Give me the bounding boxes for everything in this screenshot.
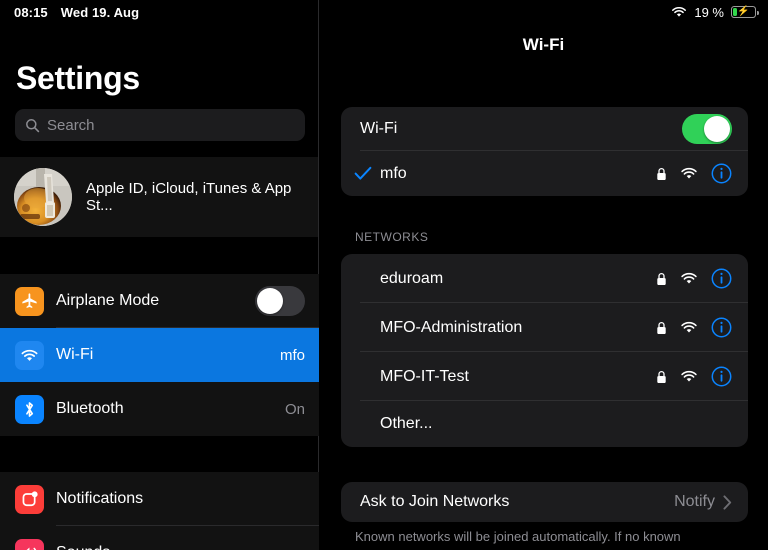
wifi-toggle[interactable] — [682, 114, 732, 144]
sidebar-item-bluetooth[interactable]: Bluetooth On — [0, 382, 319, 436]
bluetooth-icon — [15, 394, 44, 424]
lock-icon — [656, 167, 667, 181]
connected-ssid: mfo — [380, 164, 407, 182]
notifications-label: Notifications — [56, 490, 144, 507]
sidebar-group-connectivity: Airplane Mode Wi-Fi mfo Bluetooth On — [0, 274, 319, 436]
sidebar-item-sounds[interactable]: Sounds — [0, 526, 319, 550]
wifi-footer-text: Known networks will be joined automatica… — [355, 529, 681, 544]
checkmark-icon — [354, 166, 376, 181]
sounds-label: Sounds — [56, 544, 305, 550]
sidebar-item-wifi[interactable]: Wi-Fi mfo — [0, 328, 319, 382]
search-field[interactable]: Search — [15, 109, 305, 141]
wifi-status-card: Wi-Fi mfo — [341, 107, 748, 196]
detail-title: Wi-Fi — [522, 35, 565, 54]
info-circle-icon[interactable] — [711, 317, 732, 338]
wifi-icon — [680, 272, 698, 285]
lock-icon — [656, 321, 667, 335]
connected-network-row[interactable]: mfo — [341, 151, 748, 196]
network-row-mfo-it-test[interactable]: MFO-IT-Test — [341, 352, 748, 401]
settings-sidebar: Settings Search Apple ID, iCloud, iTunes… — [0, 0, 319, 550]
ask-to-join-card: Ask to Join Networks Notify — [341, 482, 748, 522]
toggle-knob — [257, 288, 283, 314]
search-icon — [25, 118, 40, 133]
page-title: Settings — [16, 60, 140, 96]
network-row-other[interactable]: Other... — [341, 401, 748, 447]
lock-icon — [656, 370, 667, 384]
ask-to-join-value: Notify — [674, 493, 715, 510]
ipad-settings-screen: 08:15 Wed 19. Aug 19 % ⚡ Settings Search… — [0, 0, 768, 550]
wifi-icon — [680, 167, 698, 180]
network-row-icons — [656, 317, 732, 338]
sidebar-item-airplane-mode[interactable]: Airplane Mode — [0, 274, 319, 328]
networks-section-header: NETWORKS — [355, 230, 429, 244]
chevron-right-icon — [723, 494, 732, 510]
sidebar-group-alerts: Notifications Sounds — [0, 472, 319, 550]
sidebar-item-notifications[interactable]: Notifications — [0, 472, 319, 526]
network-row-icons — [656, 163, 732, 184]
network-row-eduroam[interactable]: eduroam — [341, 254, 748, 303]
wifi-toggle-row[interactable]: Wi-Fi — [341, 107, 748, 151]
wifi-icon — [680, 321, 698, 334]
network-ssid: MFO-IT-Test — [380, 367, 469, 385]
sidebar-item-apple-id[interactable]: Apple ID, iCloud, iTunes & App St... — [0, 157, 319, 237]
available-networks-card: eduroam MFO-Administration MFO-IT-Test O… — [341, 254, 748, 447]
airplane-icon — [15, 286, 44, 316]
apple-id-label: Apple ID, iCloud, iTunes & App St... — [86, 180, 292, 214]
network-row-mfo-administration[interactable]: MFO-Administration — [341, 303, 748, 352]
network-ssid: eduroam — [380, 269, 444, 287]
bluetooth-label: Bluetooth — [56, 400, 124, 417]
search-container: Search — [0, 97, 319, 141]
sidebar-gap-2 — [0, 436, 319, 472]
info-circle-icon[interactable] — [711, 268, 732, 289]
lock-icon — [656, 272, 667, 286]
network-row-icons — [656, 366, 732, 387]
network-ssid: MFO-Administration — [380, 318, 523, 336]
airplane-mode-toggle[interactable] — [255, 286, 305, 316]
wifi-label: Wi-Fi — [56, 346, 94, 363]
wifi-detail-pane: Wi-Fi Wi-Fi mfo NETWORKS eduroam MFO-Adm… — [319, 0, 768, 550]
info-circle-icon[interactable] — [711, 163, 732, 184]
ask-to-join-row[interactable]: Ask to Join Networks Notify — [341, 482, 748, 522]
profile-group: Apple ID, iCloud, iTunes & App St... — [0, 157, 319, 237]
sounds-icon — [15, 538, 44, 550]
ask-to-join-label: Ask to Join Networks — [360, 493, 510, 510]
network-row-icons — [656, 268, 732, 289]
wifi-icon — [15, 340, 44, 370]
toggle-knob — [704, 116, 730, 142]
info-circle-icon[interactable] — [711, 366, 732, 387]
wifi-toggle-label: Wi-Fi — [360, 120, 398, 137]
wifi-icon — [680, 370, 698, 383]
notifications-icon — [15, 484, 44, 514]
airplane-mode-label: Airplane Mode — [56, 292, 160, 309]
sidebar-gap-1 — [0, 237, 319, 274]
bluetooth-value: On — [284, 400, 305, 418]
wifi-value: mfo — [279, 346, 305, 364]
search-input[interactable]: Search — [47, 117, 95, 134]
network-ssid: Other... — [380, 415, 433, 432]
avatar — [14, 168, 72, 226]
